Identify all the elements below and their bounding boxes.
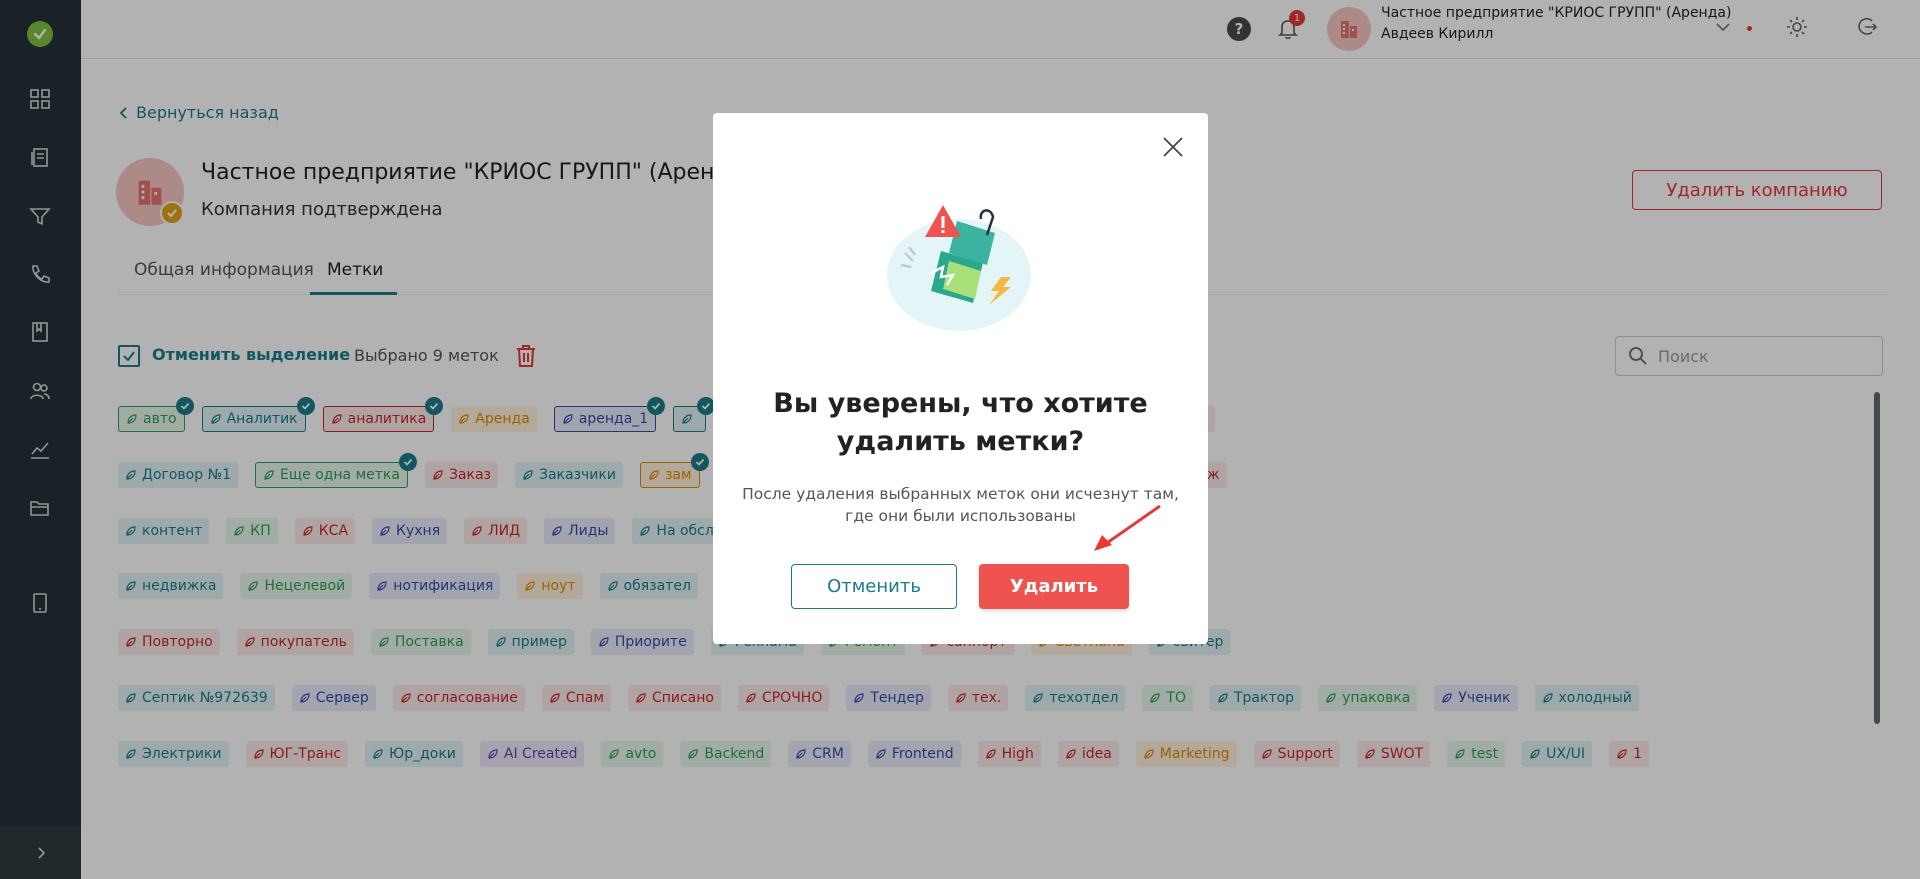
annotation-arrow — [1094, 504, 1161, 551]
delete-button[interactable]: Удалить — [979, 564, 1129, 609]
modal-title: Вы уверены, что хотите удалить метки? — [773, 388, 1148, 457]
broken-tag-illustration — [883, 203, 1035, 333]
confirm-delete-modal: Вы уверены, что хотите удалить метки? По… — [713, 113, 1208, 644]
cancel-button[interactable]: Отменить — [791, 564, 957, 609]
close-icon[interactable] — [1159, 133, 1187, 161]
